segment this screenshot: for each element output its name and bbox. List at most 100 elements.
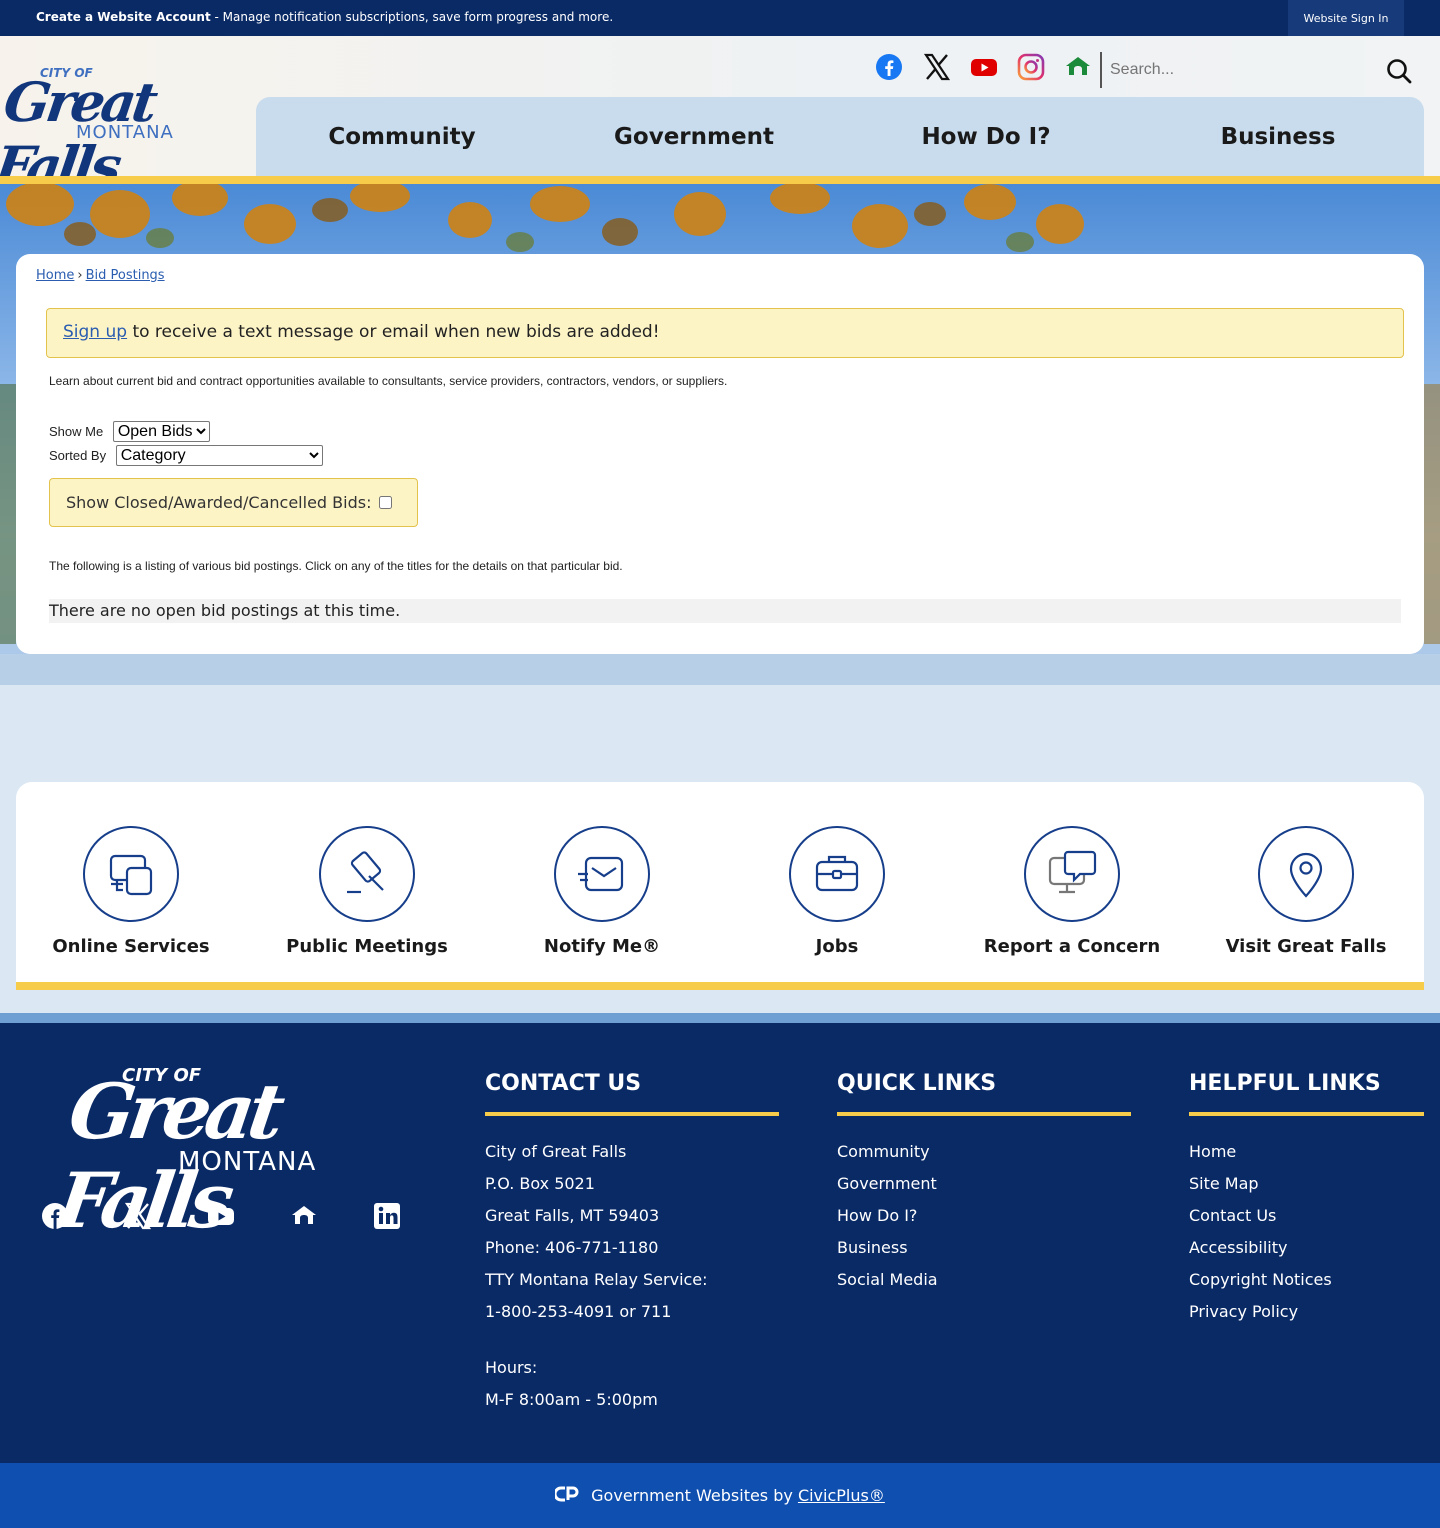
show-me-row: Show Me Open Bids	[49, 421, 210, 442]
footer-link-government[interactable]: Government	[837, 1168, 1131, 1200]
top-bar: Create a Website Account - Manage notifi…	[0, 0, 1440, 36]
gavel-icon	[319, 826, 415, 922]
main-nav: Community Government How Do I? Business	[256, 97, 1424, 177]
search-icon[interactable]	[1384, 56, 1414, 86]
account-message: Create a Website Account - Manage notifi…	[36, 10, 613, 24]
logo-state: MONTANA	[76, 122, 174, 143]
footer-contact-us: CONTACT US City of Great Falls P.O. Box …	[485, 1071, 779, 1416]
footer-link-home[interactable]: Home	[1189, 1136, 1424, 1168]
footer-link-how-do-i[interactable]: How Do I?	[837, 1200, 1131, 1232]
sorted-by-label: Sorted By	[49, 448, 107, 463]
linkedin-icon[interactable]	[372, 1201, 402, 1231]
footer-link-privacy-policy[interactable]: Privacy Policy	[1189, 1296, 1424, 1328]
quick-link-label: Report a Concern	[983, 936, 1161, 957]
quick-link-visit-great-falls[interactable]: Visit Great Falls	[1191, 826, 1421, 957]
quick-link-label: Online Services	[52, 936, 210, 957]
civicplus-text: Government Websites by CivicPlus®	[591, 1486, 885, 1505]
website-sign-in-button[interactable]: Website Sign In	[1288, 0, 1404, 36]
quick-links-card: Online Services Public Meetings Notify M…	[16, 782, 1424, 982]
map-pin-icon	[1258, 826, 1354, 922]
quick-links-heading: QUICK LINKS	[837, 1071, 1131, 1116]
briefcase-icon	[789, 826, 885, 922]
breadcrumb-separator: ›	[77, 268, 83, 283]
show-me-select[interactable]: Open Bids	[112, 421, 210, 442]
nav-government[interactable]: Government	[548, 97, 840, 177]
civicplus-icon	[553, 1485, 581, 1507]
quick-link-notify-me[interactable]: Notify Me®	[487, 826, 717, 957]
footer-link-business[interactable]: Business	[837, 1232, 1131, 1264]
search-input[interactable]	[1110, 56, 1370, 84]
site-footer: CITY OF Great Falls MONTANA CONTACT US C…	[0, 1023, 1440, 1463]
quick-link-jobs[interactable]: Jobs	[722, 826, 952, 957]
monitor-chat-icon	[1024, 826, 1120, 922]
contact-line: Great Falls, MT 59403	[485, 1206, 660, 1225]
nav-how-do-i[interactable]: How Do I?	[840, 97, 1132, 177]
civicplus-link[interactable]: CivicPlus®	[798, 1486, 885, 1505]
signup-alert-text: to receive a text message or email when …	[127, 322, 660, 342]
footer-link-copyright-notices[interactable]: Copyright Notices	[1189, 1264, 1424, 1296]
no-bids-message: There are no open bid postings at this t…	[49, 599, 1401, 623]
show-closed-checkbox[interactable]	[379, 496, 393, 509]
site-logo[interactable]: CITY OF Great Falls MONTANA	[0, 62, 215, 198]
quick-link-label: Visit Great Falls	[1225, 936, 1387, 957]
quick-links-gold-bar	[16, 982, 1424, 990]
footer-logo[interactable]: CITY OF Great Falls MONTANA	[51, 1059, 384, 1245]
nextdoor-icon[interactable]	[1063, 52, 1093, 82]
quick-link-label: Notify Me®	[543, 936, 661, 957]
sorted-by-row: Sorted By Category	[49, 445, 323, 466]
quick-link-public-meetings[interactable]: Public Meetings	[252, 826, 482, 957]
footer-stripe	[0, 1013, 1440, 1023]
civicplus-bar: Government Websites by CivicPlus®	[0, 1463, 1440, 1528]
footer-logo-state: MONTANA	[178, 1147, 317, 1177]
breadcrumb-home[interactable]: Home	[36, 268, 74, 283]
nav-business[interactable]: Business	[1132, 97, 1424, 177]
nextdoor-icon[interactable]	[289, 1201, 319, 1231]
contact-line: P.O. Box 5021	[485, 1174, 595, 1193]
hours-value: M-F 8:00am - 5:00pm	[485, 1390, 658, 1409]
civicplus-prefix: Government Websites by	[591, 1486, 798, 1505]
signup-alert: Sign up to receive a text message or ema…	[46, 308, 1404, 358]
show-me-label: Show Me	[49, 424, 104, 439]
nav-community[interactable]: Community	[256, 97, 548, 177]
header-gold-bar	[0, 176, 1440, 184]
envelope-icon	[554, 826, 650, 922]
facebook-icon[interactable]	[874, 52, 904, 82]
account-message-text: - Manage notification subscriptions, sav…	[210, 10, 614, 24]
sign-up-link[interactable]: Sign up	[63, 322, 127, 342]
x-icon[interactable]	[123, 1201, 153, 1231]
facebook-icon[interactable]	[40, 1201, 70, 1231]
intro-text: Learn about current bid and contract opp…	[49, 374, 728, 388]
breadcrumb-bid-postings[interactable]: Bid Postings	[86, 268, 165, 283]
quick-link-label: Jobs	[815, 936, 859, 957]
contact-spacer	[485, 1328, 779, 1352]
youtube-icon[interactable]	[206, 1201, 236, 1231]
x-icon[interactable]	[922, 52, 952, 82]
quick-link-online-services[interactable]: Online Services	[16, 826, 246, 957]
contact-line: City of Great Falls	[485, 1142, 627, 1161]
create-account-link[interactable]: Create a Website Account	[36, 10, 211, 24]
quick-link-label: Public Meetings	[286, 936, 448, 957]
hours-label: Hours:	[485, 1358, 538, 1377]
footer-link-social-media[interactable]: Social Media	[837, 1264, 1131, 1296]
contact-us-heading: CONTACT US	[485, 1071, 779, 1116]
youtube-icon[interactable]	[969, 52, 999, 82]
footer-link-accessibility[interactable]: Accessibility	[1189, 1232, 1424, 1264]
show-closed-box: Show Closed/Awarded/Cancelled Bids:	[49, 478, 418, 527]
sorted-by-select[interactable]: Category	[115, 445, 323, 466]
contact-line: Phone: 406-771-1180	[485, 1238, 659, 1257]
contact-line: TTY Montana Relay Service:	[485, 1270, 708, 1289]
footer-link-community[interactable]: Community	[837, 1136, 1131, 1168]
show-closed-label: Show Closed/Awarded/Cancelled Bids:	[66, 493, 372, 512]
footer-helpful-links: HELPFUL LINKS Home Site Map Contact Us A…	[1189, 1071, 1424, 1328]
breadcrumb: Home › Bid Postings	[36, 268, 165, 283]
footer-link-site-map[interactable]: Site Map	[1189, 1168, 1424, 1200]
listing-text: The following is a listing of various bi…	[49, 559, 623, 573]
contact-line: 1-800-253-4091 or 711	[485, 1302, 672, 1321]
footer-quick-links: QUICK LINKS Community Government How Do …	[837, 1071, 1131, 1296]
helpful-links-heading: HELPFUL LINKS	[1189, 1071, 1424, 1116]
quick-link-report-a-concern[interactable]: Report a Concern	[957, 826, 1187, 957]
devices-icon	[83, 826, 179, 922]
footer-link-contact-us[interactable]: Contact Us	[1189, 1200, 1424, 1232]
instagram-icon[interactable]	[1016, 52, 1046, 82]
content-card: Home › Bid Postings Sign up to receive a t…	[16, 254, 1424, 654]
